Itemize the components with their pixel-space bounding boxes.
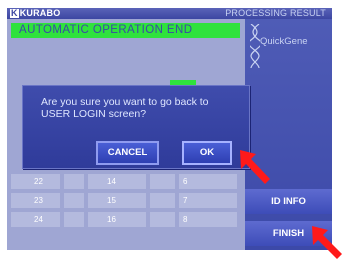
slot-number: 15 [107,196,116,205]
slot-number: 6 [183,177,188,186]
slot-cell [179,193,237,208]
slot-cell [88,193,146,208]
annotation-arrow-icon [240,150,270,184]
slot-number: 7 [183,196,188,205]
slot-cell [88,212,146,227]
slot-cell [64,212,84,227]
slot-number: 16 [107,215,116,224]
slot-cell [179,212,237,227]
confirm-dialog: Are you sure you want to go back to USER… [22,85,250,169]
slot-number: 14 [107,177,116,186]
slot-number: 24 [34,215,43,224]
screen-title: PROCESSING RESULT [225,8,326,18]
header-bar: K KURABO PROCESSING RESULT [7,8,332,19]
ok-button[interactable]: OK [182,141,232,165]
quickgene-brand: QuickGene [260,36,308,47]
status-text: AUTOMATIC OPERATION END [19,24,193,36]
slot-cell [64,174,84,189]
slot-cell [88,174,146,189]
app-screen: K KURABO PROCESSING RESULT AUTOMATIC OPER… [7,8,332,250]
dna-helix-icon [250,24,260,68]
kurabo-logo: K KURABO [10,8,61,18]
dialog-message-line1: Are you sure you want to go back to [41,96,209,108]
id-info-button[interactable]: ID INFO [245,189,332,214]
slot-number: 23 [34,196,43,205]
slot-cell [150,193,175,208]
slot-number: 8 [183,215,188,224]
slot-cell [179,174,237,189]
slot-cell [64,193,84,208]
status-banner: AUTOMATIC OPERATION END [11,23,240,38]
cancel-button[interactable]: CANCEL [96,141,159,165]
dialog-message-line2: USER LOGIN screen? [41,108,147,120]
annotation-arrow-icon [312,226,342,259]
slot-number: 22 [34,177,43,186]
slot-cell [150,174,175,189]
slot-cell [150,212,175,227]
dialog-message: Are you sure you want to go back to USER… [41,96,209,120]
